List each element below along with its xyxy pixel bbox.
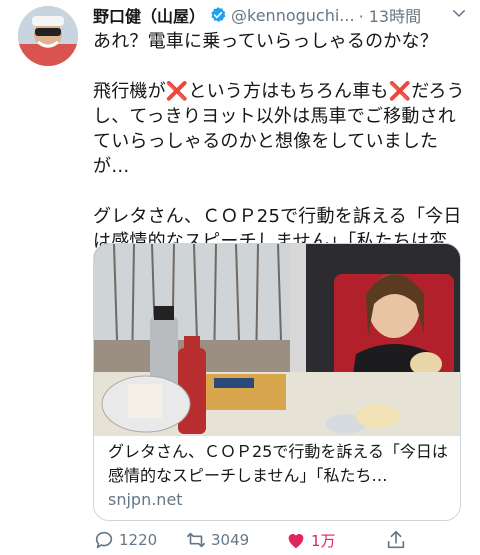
tweet-header: 野口健（山屋） @kennoguchi... · 13時間 (93, 2, 470, 28)
tweet-time[interactable]: · 13時間 (359, 3, 422, 27)
link-card[interactable]: グレタさん、ＣＯＰ25で行動を訴える「今日は感情的なスピーチしません」「私たち…… (93, 243, 461, 521)
action-bar: 1220 3049 1万 (93, 527, 473, 553)
share-button[interactable] (385, 527, 411, 553)
chevron-down-icon[interactable] (450, 4, 468, 22)
heart-icon (288, 534, 304, 549)
like-button[interactable]: 1万 (285, 527, 336, 553)
verified-badge-icon (211, 7, 226, 22)
card-domain: snjpn.net (108, 490, 183, 509)
reply-count: 1220 (119, 531, 158, 549)
retweet-count: 3049 (211, 531, 250, 549)
share-icon (387, 530, 405, 549)
avatar[interactable] (18, 6, 78, 66)
avatar-photo (18, 6, 78, 66)
author-handle[interactable]: @kennoguchi... (231, 6, 355, 25)
retweet-icon (186, 532, 206, 548)
reply-button[interactable]: 1220 (93, 527, 157, 553)
card-title: グレタさん、ＣＯＰ25で行動を訴える「今日は感情的なスピーチしません」「私たち… (108, 442, 448, 485)
card-image (94, 244, 460, 436)
like-count: 1万 (311, 531, 336, 550)
reply-icon (95, 531, 113, 549)
retweet-button[interactable]: 3049 (185, 527, 249, 553)
author-name[interactable]: 野口健（山屋） (93, 3, 205, 27)
tweet-text: あれ？電車に乗っていらっしゃるのかな？ 飛行機が❌という方はもちろん車も❌だろう… (93, 31, 465, 277)
